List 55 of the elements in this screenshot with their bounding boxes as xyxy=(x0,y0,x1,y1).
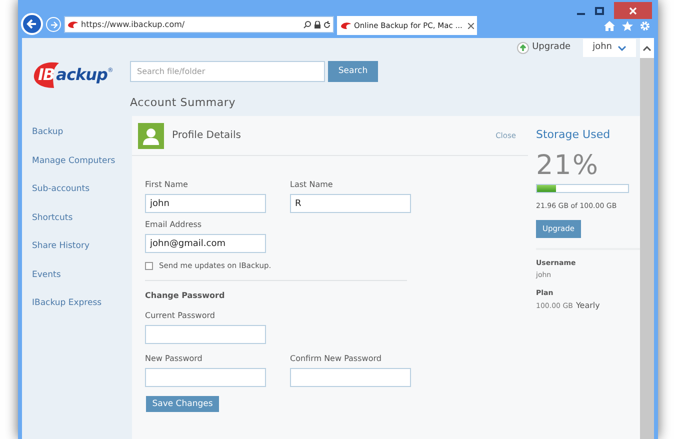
close-button[interactable] xyxy=(614,2,652,19)
address-bar[interactable]: https://www.ibackup.com/ xyxy=(64,16,334,33)
user-menu[interactable]: john xyxy=(582,39,636,57)
section-heading: Change Password xyxy=(145,290,226,302)
save-button[interactable]: Save Changes xyxy=(146,396,219,412)
input-field[interactable]: john@gmail.com xyxy=(145,234,266,253)
profile-icon xyxy=(138,122,164,148)
close-icon xyxy=(629,6,637,14)
field-label: First Name xyxy=(145,179,189,191)
site-icon xyxy=(340,22,352,30)
forward-button[interactable] xyxy=(46,17,61,32)
home-icon[interactable] xyxy=(604,21,615,31)
upgrade-link[interactable]: Upgrade xyxy=(532,41,571,55)
back-button[interactable] xyxy=(21,13,43,35)
sidebar-link[interactable]: Share History xyxy=(32,239,128,254)
back-arrow-icon xyxy=(26,18,38,30)
sidebar-link[interactable]: IBackup Express xyxy=(32,296,128,310)
close-tab-icon[interactable] xyxy=(468,22,474,28)
input-field[interactable] xyxy=(290,368,411,388)
field-label: Confirm New Password xyxy=(290,353,382,366)
scroll-up-icon[interactable] xyxy=(643,46,651,50)
search-field[interactable]: Search file/folder xyxy=(130,61,325,82)
url-text: https://www.ibackup.com/ xyxy=(81,18,186,30)
input-field[interactable]: R xyxy=(290,194,411,213)
storage-percent: 21% xyxy=(536,150,600,182)
star-icon[interactable] xyxy=(622,21,633,31)
search-icon xyxy=(303,20,312,29)
sidebar-link[interactable]: Shortcuts xyxy=(32,210,128,225)
field-label: New Password xyxy=(145,353,204,366)
panel-title: Profile Details xyxy=(172,129,241,143)
input-field[interactable] xyxy=(145,325,266,344)
sidebar-link[interactable]: Sub-accounts xyxy=(32,182,128,196)
field-label: Current Password xyxy=(145,310,216,322)
forward-arrow-icon xyxy=(50,20,58,28)
search-button[interactable]: Search xyxy=(328,61,378,82)
field-label: Email Address xyxy=(145,219,203,231)
maximize-button[interactable] xyxy=(595,6,604,14)
plan-term: Yearly xyxy=(576,300,600,312)
input-field[interactable]: john xyxy=(145,194,266,213)
site-icon xyxy=(67,20,79,28)
refresh-icon xyxy=(323,20,331,28)
settings-icon[interactable] xyxy=(640,21,650,31)
page-title: Account Summary xyxy=(130,95,237,111)
checkbox[interactable] xyxy=(145,262,153,270)
chevron-icon xyxy=(618,46,626,50)
sidebar-link[interactable]: Manage Computers xyxy=(32,154,128,168)
scrollbar[interactable] xyxy=(640,38,654,439)
field-label: Last Name xyxy=(290,179,334,191)
storage-title: Storage Used xyxy=(536,127,612,143)
sidebar-link[interactable]: Events xyxy=(32,268,128,282)
minimize-button[interactable] xyxy=(577,12,585,14)
upgrade-icon xyxy=(517,42,530,54)
sidebar-link[interactable]: Backup xyxy=(32,125,128,140)
lock-icon xyxy=(314,20,321,28)
input-field[interactable] xyxy=(145,368,266,388)
